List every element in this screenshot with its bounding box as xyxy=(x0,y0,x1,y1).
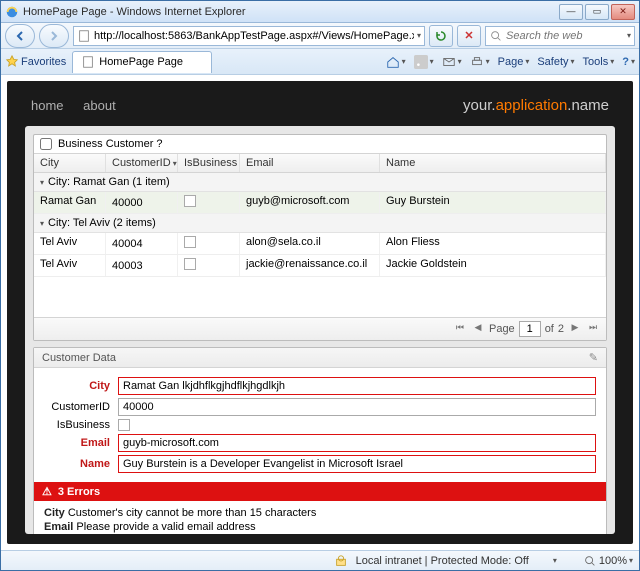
zoom-icon xyxy=(583,554,597,568)
label-name: Name xyxy=(44,458,110,470)
customer-form-panel: Customer Data ✎ City CustomerID xyxy=(33,347,607,534)
expand-icon: ▾ xyxy=(40,178,44,187)
input-city[interactable] xyxy=(118,377,596,395)
error-item: City Customer's city cannot be more than… xyxy=(44,507,596,519)
safety-menu[interactable]: Safety ▾ xyxy=(537,56,574,68)
col-city[interactable]: City xyxy=(34,154,106,172)
maximize-button[interactable]: ▭ xyxy=(585,4,609,20)
print-icon xyxy=(470,55,484,69)
checkbox-icon[interactable] xyxy=(184,258,196,270)
app-header: home about your.application.name xyxy=(25,93,615,126)
pager-next[interactable]: ▶ xyxy=(568,322,582,336)
input-isbusiness[interactable] xyxy=(118,419,130,431)
col-customerid[interactable]: CustomerID▾ xyxy=(106,154,178,172)
group-row[interactable]: ▾City: Tel Aviv (2 items) xyxy=(34,214,606,233)
statusbar: Local intranet | Protected Mode: Off ▾ 1… xyxy=(1,550,639,570)
label-email: Email xyxy=(44,437,110,449)
favorites-label: Favorites xyxy=(21,56,66,68)
error-icon: ⚠ xyxy=(42,485,52,498)
stop-button[interactable]: ✕ xyxy=(457,25,481,47)
expand-icon: ▾ xyxy=(40,219,44,228)
error-header: ⚠ 3 Errors xyxy=(34,482,606,501)
silverlight-app: home about your.application.name Busines… xyxy=(7,81,633,544)
tab-title: HomePage Page xyxy=(99,56,183,68)
security-zone: Local intranet | Protected Mode: Off xyxy=(356,555,529,567)
nav-home[interactable]: home xyxy=(31,98,64,113)
feeds-button[interactable]: ▾ xyxy=(414,55,434,69)
checkbox-icon[interactable] xyxy=(184,236,196,248)
tabbar: Favorites HomePage Page ▾ ▾ ▾ ▾ Page ▾ S… xyxy=(1,49,639,75)
data-grid-panel: Business Customer ? City CustomerID▾ IsB… xyxy=(33,134,607,341)
main-card: Business Customer ? City CustomerID▾ IsB… xyxy=(25,126,615,534)
business-customer-label: Business Customer ? xyxy=(58,138,163,150)
back-button[interactable] xyxy=(5,24,35,48)
sort-desc-icon: ▾ xyxy=(173,159,177,168)
pager-page-input[interactable] xyxy=(519,321,541,337)
star-icon xyxy=(5,55,19,69)
group-row[interactable]: ▾City: Ramat Gan (1 item) xyxy=(34,173,606,192)
pager-last[interactable]: ⏭ xyxy=(586,322,600,336)
col-email[interactable]: Email xyxy=(240,154,380,172)
refresh-button[interactable] xyxy=(429,25,453,47)
form-title: Customer Data xyxy=(42,352,116,364)
search-icon xyxy=(489,29,503,43)
input-customerid[interactable] xyxy=(118,398,596,416)
close-button[interactable]: ✕ xyxy=(611,4,635,20)
tab-page-icon xyxy=(81,55,95,69)
error-item: Email Please provide a valid email addre… xyxy=(44,521,596,533)
page-menu[interactable]: Page ▾ xyxy=(498,56,530,68)
nav-about[interactable]: about xyxy=(83,98,116,113)
zone-icon xyxy=(334,554,348,568)
minimize-button[interactable]: — xyxy=(559,4,583,20)
checkbox-icon[interactable] xyxy=(184,195,196,207)
table-row[interactable]: Tel Aviv 40004 alon@sela.co.il Alon Flie… xyxy=(34,233,606,255)
grid-columns: City CustomerID▾ IsBusiness Email Name xyxy=(34,154,606,173)
pager-first[interactable]: ⏮ xyxy=(453,322,467,336)
protected-mode-dropdown[interactable]: ▾ xyxy=(553,556,557,565)
error-list: City Customer's city cannot be more than… xyxy=(34,501,606,534)
edit-icon[interactable]: ✎ xyxy=(589,351,598,364)
search-dropdown-icon[interactable]: ▾ xyxy=(627,31,631,40)
label-city: City xyxy=(44,380,110,392)
label-customerid: CustomerID xyxy=(44,401,110,413)
pager: ⏮ ◀ Page of 2 ▶ ⏭ xyxy=(34,317,606,340)
url-input[interactable] xyxy=(94,30,414,42)
navbar: ▾ ✕ ▾ xyxy=(1,23,639,49)
mail-icon xyxy=(442,55,456,69)
mail-button[interactable]: ▾ xyxy=(442,55,462,69)
app-brand: your.application.name xyxy=(463,97,609,114)
pager-prev[interactable]: ◀ xyxy=(471,322,485,336)
input-name[interactable] xyxy=(118,455,596,473)
col-isbusiness[interactable]: IsBusiness xyxy=(178,154,240,172)
help-button[interactable]: ?▾ xyxy=(622,56,635,68)
table-row[interactable]: Tel Aviv 40003 jackie@renaissance.co.il … xyxy=(34,255,606,277)
page-icon xyxy=(77,29,91,43)
home-button[interactable]: ▾ xyxy=(386,55,406,69)
search-input[interactable] xyxy=(506,30,624,42)
address-bar[interactable]: ▾ xyxy=(73,26,425,46)
ie-icon xyxy=(5,5,19,19)
tools-menu[interactable]: Tools ▾ xyxy=(583,56,615,68)
zoom-dropdown-icon[interactable]: ▾ xyxy=(629,556,633,565)
browser-tab[interactable]: HomePage Page xyxy=(72,51,212,73)
content-area: home about your.application.name Busines… xyxy=(1,75,639,550)
window-title: HomePage Page - Windows Internet Explore… xyxy=(23,6,559,18)
forward-button[interactable] xyxy=(39,24,69,48)
label-isbusiness: IsBusiness xyxy=(44,419,110,431)
print-button[interactable]: ▾ xyxy=(470,55,490,69)
home-icon xyxy=(386,55,400,69)
rss-icon xyxy=(414,55,428,69)
business-customer-checkbox[interactable] xyxy=(40,138,52,150)
ie-window: HomePage Page - Windows Internet Explore… xyxy=(0,0,640,571)
col-name[interactable]: Name xyxy=(380,154,606,172)
favorites-button[interactable]: Favorites xyxy=(5,55,66,69)
search-box[interactable]: ▾ xyxy=(485,26,635,46)
titlebar: HomePage Page - Windows Internet Explore… xyxy=(1,1,639,23)
input-email[interactable] xyxy=(118,434,596,452)
zoom-control[interactable]: 100% ▾ xyxy=(583,554,633,568)
table-row[interactable]: Ramat Gan 40000 guyb@microsoft.com Guy B… xyxy=(34,192,606,214)
url-dropdown-icon[interactable]: ▾ xyxy=(417,31,421,40)
